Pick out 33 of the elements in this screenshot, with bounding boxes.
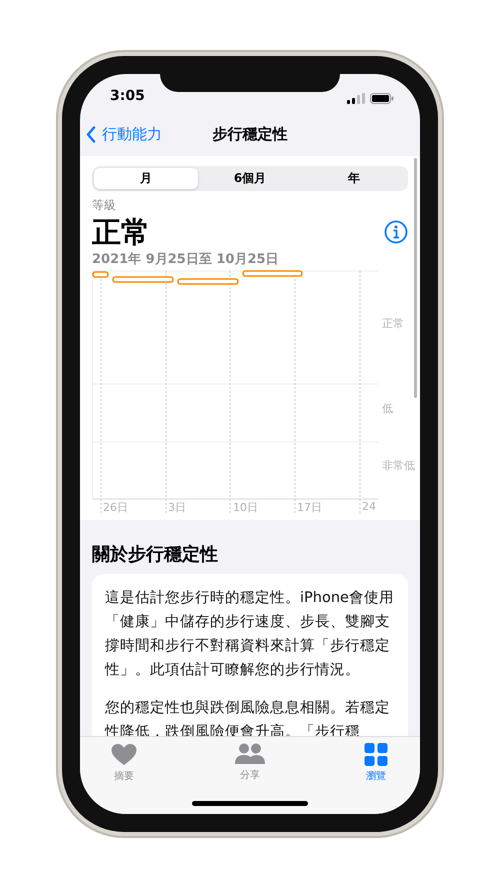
date-range: 2021年 9月25日至 10月25日 <box>92 251 280 268</box>
nav-title: 步行穩定性 <box>212 124 288 144</box>
range-bar <box>242 270 303 277</box>
tab-item[interactable]: 瀏覽 <box>348 743 404 783</box>
battery-icon <box>370 93 394 104</box>
range-bar <box>177 278 239 285</box>
segment-tab[interactable]: 6個月 <box>198 168 302 189</box>
level-caption: 等級 <box>92 197 117 214</box>
range-bar <box>112 276 174 283</box>
tab-item[interactable]: 摘要 <box>96 743 152 783</box>
axis-label: 17日 <box>297 500 322 515</box>
paragraph: 這是估計您步行時的穩定性。iPhone會使用「健康」中儲存的步行速度、步長、雙腳支撐時間和步行不對稱資料來計算「步行穩定性」。此項估計可瞭解您的步行情況。 <box>105 588 395 680</box>
axis-label: 10日 <box>233 500 258 515</box>
axis-label: 26日 <box>103 500 128 515</box>
back-chevron-icon <box>86 126 96 142</box>
segment-tab[interactable]: 月 <box>94 168 198 189</box>
section-heading: 關於步行穩定性 <box>92 543 219 566</box>
axis-label: 低 <box>382 401 393 416</box>
axis-label: 正常 <box>382 316 404 331</box>
segment-tab[interactable]: 年 <box>302 168 406 189</box>
axis-label: 3日 <box>168 500 186 515</box>
status-time: 3:05 <box>110 88 145 104</box>
back-button[interactable]: 行動能力 <box>86 124 162 144</box>
people-icon <box>235 743 265 765</box>
heart-icon <box>110 743 138 766</box>
level-value: 正常 <box>92 214 150 250</box>
grid-icon <box>364 743 388 766</box>
range-bar <box>92 271 109 278</box>
tab-item[interactable]: 分享 <box>222 743 278 783</box>
axis-label: 24 <box>362 500 376 513</box>
info-icon[interactable] <box>384 220 408 244</box>
axis-label: 非常低 <box>382 458 415 473</box>
signal-icon <box>347 93 365 104</box>
